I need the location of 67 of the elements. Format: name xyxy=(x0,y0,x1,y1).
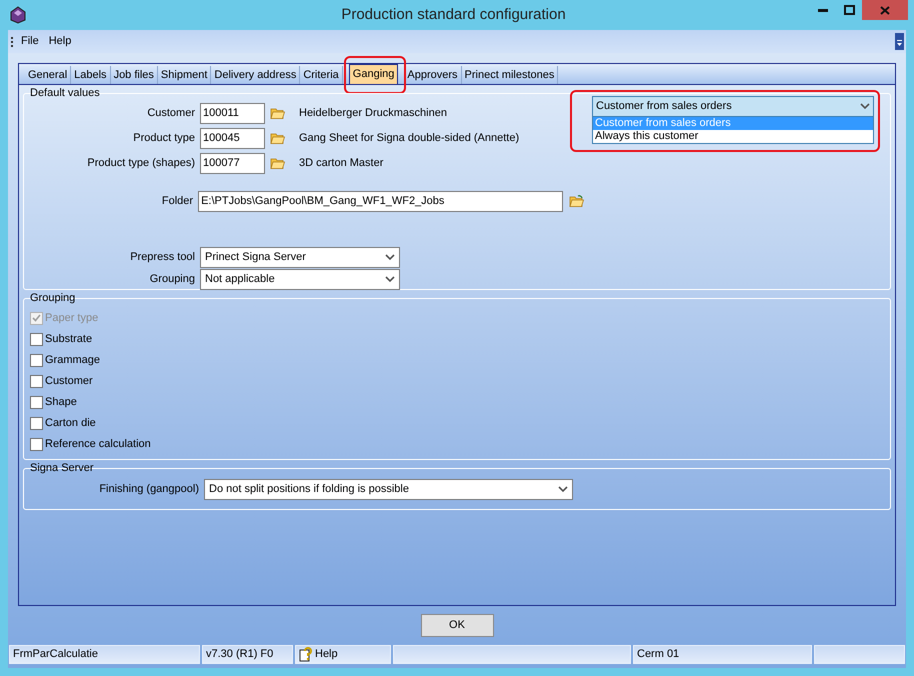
tab[interactable]: Job files xyxy=(110,66,158,84)
chevron-down-icon xyxy=(860,103,870,110)
close-button[interactable] xyxy=(862,0,908,20)
checkbox-label: Shape xyxy=(45,394,77,410)
checkbox[interactable] xyxy=(30,332,43,346)
tab[interactable]: Criteria xyxy=(300,66,343,84)
status-panel: v7.30 (R1) F0 xyxy=(202,645,293,664)
code-field[interactable]: 100045 xyxy=(200,128,265,149)
close-icon xyxy=(880,6,890,14)
chevron-down-icon xyxy=(385,276,395,283)
checkbox[interactable] xyxy=(30,416,43,430)
tab[interactable]: Delivery address xyxy=(211,66,300,84)
tab[interactable]: Approvers xyxy=(404,66,462,84)
checkbox[interactable] xyxy=(30,354,43,366)
folder-icon[interactable] xyxy=(569,194,584,208)
chevron-down-icon xyxy=(558,486,568,493)
dropdown[interactable]: Not applicable xyxy=(200,269,400,290)
field-label: Product type (shapes) xyxy=(86,156,196,172)
group-title: Grouping xyxy=(29,291,76,305)
status-panel: FrmParCalculatie xyxy=(9,645,200,664)
tab[interactable]: Labels xyxy=(71,66,111,84)
tab[interactable]: Prinect milestones xyxy=(462,66,558,84)
menu-item[interactable]: File xyxy=(16,33,44,50)
checkbox[interactable] xyxy=(30,438,43,450)
checkbox-label: Paper type xyxy=(45,310,98,326)
group-title: Signa Server xyxy=(29,461,95,475)
help-icon[interactable] xyxy=(299,647,313,662)
dropdown[interactable]: Prinect Signa Server xyxy=(200,247,400,268)
tab[interactable]: Ganging xyxy=(348,64,398,84)
checkbox-label: Reference calculation xyxy=(45,436,151,452)
group-title: Default values xyxy=(29,86,101,100)
checkbox-label: Carton die xyxy=(45,416,96,431)
description-text: Gang Sheet for Signa double-sided (Annette) xyxy=(299,131,520,146)
dropdown-option[interactable]: Always this customer xyxy=(593,130,873,143)
checkbox-label: Grammage xyxy=(45,352,100,368)
folder-icon[interactable] xyxy=(270,132,285,145)
status-panel: Cerm 01 xyxy=(633,645,812,664)
field-label: Product type xyxy=(132,131,196,146)
checkbox[interactable] xyxy=(30,374,43,388)
field-label: Finishing (gangpool) xyxy=(98,482,200,498)
field-label: Customer xyxy=(146,106,196,122)
menu-item[interactable]: Help xyxy=(44,33,76,50)
window-title: Production standard configuration xyxy=(341,4,566,25)
ok-button[interactable]: OK xyxy=(420,614,494,637)
tab[interactable]: General xyxy=(25,66,72,84)
maximize-icon xyxy=(844,5,854,15)
dropdown[interactable]: Do not split positions if folding is possible xyxy=(204,479,573,500)
field-label: Prepress tool xyxy=(129,250,196,266)
app-icon xyxy=(9,6,27,24)
folder-icon[interactable] xyxy=(270,107,285,120)
customer-source-dropdown[interactable]: Customer from sales orders xyxy=(592,96,874,117)
checkbox-label: Customer xyxy=(45,374,93,389)
description-text: Heidelberger Druckmaschinen xyxy=(299,106,447,122)
tab[interactable]: Shipment xyxy=(158,66,212,84)
chevron-down-icon xyxy=(385,254,395,261)
check-icon xyxy=(32,314,41,322)
code-field[interactable]: 100077 xyxy=(200,153,265,174)
folder-field[interactable]: E:\PTJobs\GangPool\BM_Gang_WF1_WF2_Jobs xyxy=(198,190,563,212)
field-label: Grouping xyxy=(148,272,196,288)
code-field[interactable]: 100011 xyxy=(200,103,265,124)
overflow-icon[interactable] xyxy=(895,33,904,50)
description-text: 3D carton Master xyxy=(299,156,384,172)
minimize-icon xyxy=(818,8,828,12)
checkbox[interactable] xyxy=(30,396,43,408)
field-label: Folder xyxy=(160,194,194,209)
checkbox-label: Substrate xyxy=(45,332,92,347)
folder-icon[interactable] xyxy=(270,157,285,170)
